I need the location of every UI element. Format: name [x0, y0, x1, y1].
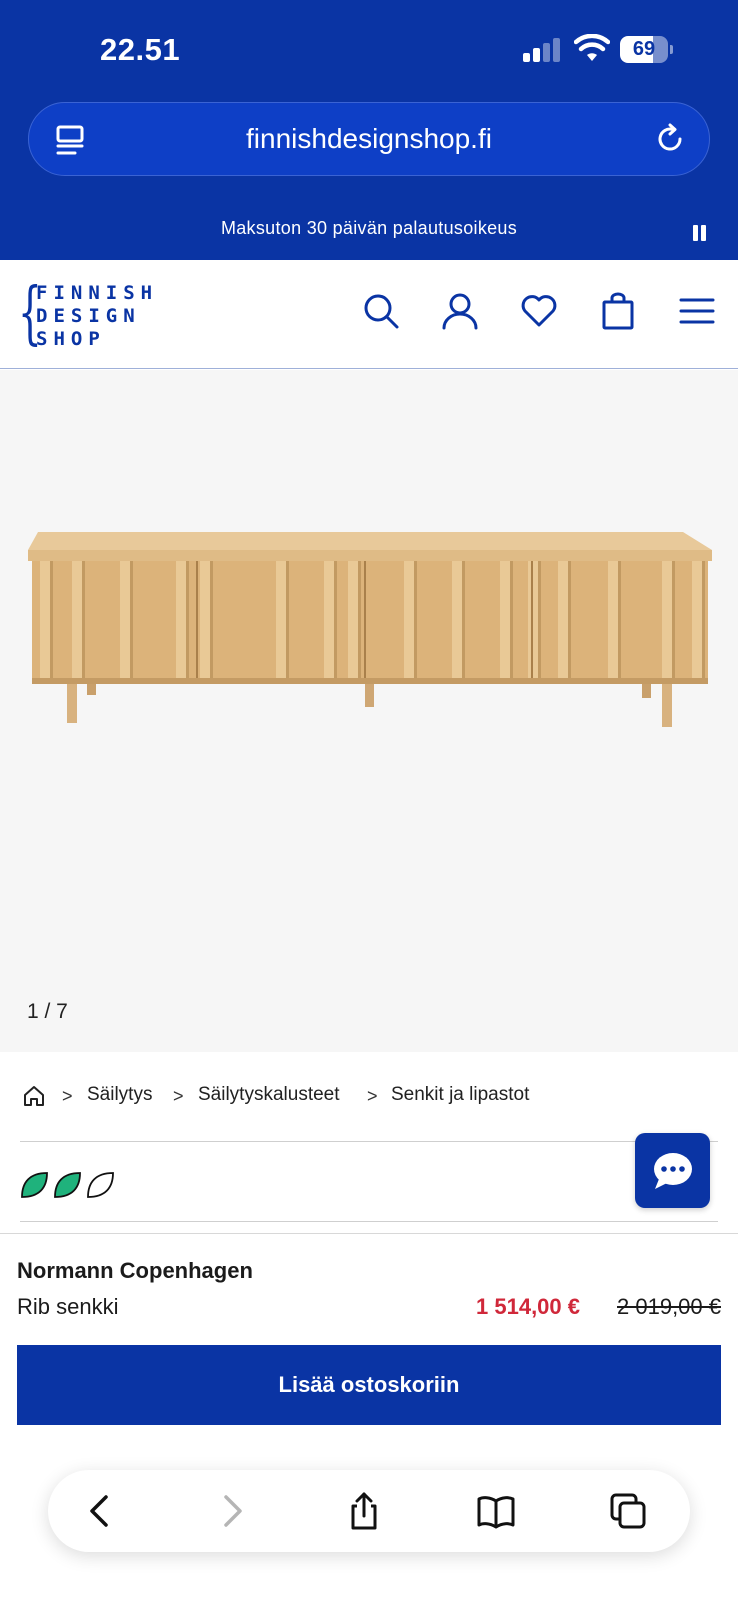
promo-banner-text: Maksuton 30 päivän palautusoikeus	[220, 218, 518, 238]
product-gallery[interactable]: 1 / 7	[0, 370, 738, 1052]
breadcrumb-separator: >	[62, 1086, 73, 1106]
leaf-filled-icon	[21, 1172, 48, 1198]
address-bar[interactable]: finnishdesignshop.fi	[28, 102, 710, 176]
status-time: 22.51	[100, 32, 181, 67]
leaf-empty-icon	[87, 1172, 114, 1198]
share-icon[interactable]	[344, 1491, 384, 1531]
home-icon[interactable]	[22, 1084, 46, 1108]
breadcrumb-item[interactable]: Senkit ja lipastot	[391, 1084, 529, 1106]
forward-icon[interactable]	[212, 1491, 252, 1531]
image-counter: 1 / 7	[27, 1000, 68, 1023]
battery-icon: 69	[620, 36, 673, 63]
battery-percent: 69	[632, 38, 656, 60]
heart-icon[interactable]	[519, 291, 559, 331]
bookmarks-icon[interactable]	[476, 1491, 516, 1531]
logo-wordmark: FINNISH DESIGN SHOP	[36, 282, 159, 350]
pause-icon[interactable]	[693, 225, 707, 241]
menu-icon[interactable]	[677, 291, 717, 331]
browser-chrome: 22.51 69 finnishdesignshop.fi Maksuton 3…	[0, 0, 738, 260]
site-header: { FINNISH DESIGN SHOP	[0, 260, 738, 369]
sale-price: 1 514,00 €	[476, 1294, 580, 1319]
site-logo[interactable]: { FINNISH DESIGN SHOP	[18, 280, 152, 352]
back-icon[interactable]	[80, 1491, 120, 1531]
tabs-icon[interactable]	[608, 1491, 648, 1531]
add-to-cart-button[interactable]: Lisää ostoskoriin	[17, 1345, 721, 1425]
divider	[20, 1221, 718, 1222]
chat-button[interactable]	[635, 1133, 710, 1208]
breadcrumb: > Säilytys > Säilytyskalusteet > Senkit …	[0, 1082, 738, 1112]
original-price: 2 019,00 €	[617, 1294, 721, 1319]
bag-icon[interactable]	[598, 291, 638, 331]
url-text[interactable]: finnishdesignshop.fi	[29, 103, 709, 175]
cellular-signal-icon	[523, 38, 563, 62]
breadcrumb-separator: >	[173, 1086, 184, 1106]
wifi-icon	[574, 34, 610, 61]
account-icon[interactable]	[440, 291, 480, 331]
reload-icon[interactable]	[653, 122, 687, 156]
breadcrumb-separator: >	[367, 1086, 378, 1106]
breadcrumb-item[interactable]: Säilytyskalusteet	[198, 1084, 340, 1106]
product-image[interactable]	[28, 532, 712, 742]
search-icon[interactable]	[361, 291, 401, 331]
product-name: Rib senkki	[17, 1294, 119, 1319]
browser-toolbar	[48, 1470, 690, 1552]
chat-bubble-icon	[654, 1153, 692, 1189]
product-brand[interactable]: Normann Copenhagen	[17, 1258, 253, 1284]
sustainability-rating[interactable]	[20, 1170, 120, 1200]
breadcrumb-item[interactable]: Säilytys	[87, 1084, 152, 1106]
leaf-filled-icon	[54, 1172, 81, 1198]
divider	[20, 1141, 718, 1142]
